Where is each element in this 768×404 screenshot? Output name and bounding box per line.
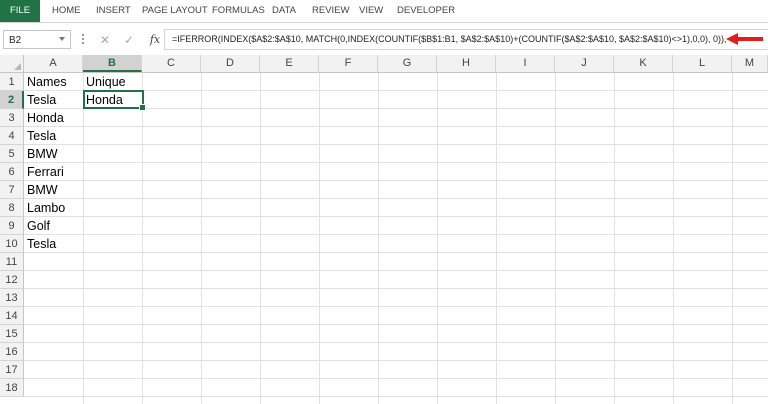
cell-b1[interactable]: Unique [83,73,126,91]
row-header-9[interactable]: 9 [0,217,24,235]
cell-a7[interactable]: BMW [24,181,58,199]
gridline [24,198,768,199]
row-header-11[interactable]: 11 [0,253,24,271]
tab-view[interactable]: VIEW [359,0,383,22]
drag-handle-icon[interactable] [82,34,84,46]
gridline [24,288,768,289]
tab-file[interactable]: FILE [0,0,40,22]
row-header-17[interactable]: 17 [0,361,24,379]
column-headers: A B C D E F G H I J K L M [0,55,768,73]
cell-a5[interactable]: BMW [24,145,58,163]
gridline [24,324,768,325]
column-header-c[interactable]: C [142,55,201,72]
gridline [378,73,379,404]
row-header-16[interactable]: 16 [0,343,24,361]
gridline [142,73,143,404]
row-header-8[interactable]: 8 [0,199,24,217]
column-header-k[interactable]: K [614,55,673,72]
row-header-14[interactable]: 14 [0,307,24,325]
row-header-4[interactable]: 4 [0,127,24,145]
gridline [24,252,768,253]
row-header-12[interactable]: 12 [0,271,24,289]
gridline [24,216,768,217]
tab-review[interactable]: REVIEW [312,0,349,22]
column-header-d[interactable]: D [201,55,260,72]
column-header-h[interactable]: H [437,55,496,72]
row-header-5[interactable]: 5 [0,145,24,163]
cell-a10[interactable]: Tesla [24,235,56,253]
column-header-a[interactable]: A [24,55,83,72]
gridline [24,396,768,397]
gridline [24,306,768,307]
column-header-i[interactable]: I [496,55,555,72]
gridline [24,162,768,163]
column-header-g[interactable]: G [378,55,437,72]
select-all-button[interactable] [0,55,24,72]
column-header-j[interactable]: J [555,55,614,72]
gridline [732,73,733,404]
tab-insert[interactable]: INSERT [96,0,131,22]
formula-bar: B2 ✕ ✓ fx =IFERROR(INDEX($A$2:$A$10, MAT… [0,27,768,53]
enter-button[interactable]: ✓ [121,31,137,49]
row-header-10[interactable]: 10 [0,235,24,253]
column-header-e[interactable]: E [260,55,319,72]
ribbon-tabs: FILE HOME INSERT PAGE LAYOUT FORMULAS DA… [0,0,768,24]
row-header-13[interactable]: 13 [0,289,24,307]
row-header-1[interactable]: 1 [0,73,24,91]
gridline [24,342,768,343]
tab-data[interactable]: DATA [272,0,296,22]
gridline [319,73,320,404]
gridline [24,144,768,145]
gridline [83,73,84,404]
gridline [260,73,261,404]
column-header-f[interactable]: F [319,55,378,72]
row-header-6[interactable]: 6 [0,163,24,181]
chevron-down-icon[interactable] [59,37,65,41]
row-header-18[interactable]: 18 [0,379,24,397]
cell-a1[interactable]: Names [24,73,67,91]
formula-input[interactable]: =IFERROR(INDEX($A$2:$A$10, MATCH(0,INDEX… [168,30,728,49]
tab-developer[interactable]: DEVELOPER [397,0,455,22]
gridline [201,73,202,404]
cell-a4[interactable]: Tesla [24,127,56,145]
ribbon-divider [0,22,768,23]
cell-area[interactable]: Names Unique Tesla Honda Honda Tesla BMW… [24,73,768,404]
gridline [24,126,768,127]
arrow-left-icon [726,33,763,45]
insert-function-button[interactable]: fx [145,31,165,49]
cell-a8[interactable]: Lambo [24,199,65,217]
row-header-7[interactable]: 7 [0,181,24,199]
gridline [614,73,615,404]
column-header-l[interactable]: L [673,55,732,72]
cell-a9[interactable]: Golf [24,217,50,235]
row-header-2[interactable]: 2 [0,91,24,109]
gridline [673,73,674,404]
gridline [437,73,438,404]
fill-handle[interactable] [139,104,146,111]
row-header-3[interactable]: 3 [0,109,24,127]
gridline [24,270,768,271]
cell-a2[interactable]: Tesla [24,91,56,109]
gridline [24,360,768,361]
gridline [24,180,768,181]
cancel-button[interactable]: ✕ [97,31,113,49]
gridline [555,73,556,404]
row-header-15[interactable]: 15 [0,325,24,343]
tab-page-layout[interactable]: PAGE LAYOUT [142,0,208,22]
tab-home[interactable]: HOME [52,0,81,22]
cell-a3[interactable]: Honda [24,109,64,127]
cell-a6[interactable]: Ferrari [24,163,64,181]
column-header-b[interactable]: B [83,55,142,72]
spreadsheet-grid: A B C D E F G H I J K L M 1 2 3 4 5 6 7 … [0,55,768,404]
gridline [24,378,768,379]
selected-cell-border [83,90,146,111]
gridline [24,234,768,235]
tab-formulas[interactable]: FORMULAS [212,0,265,22]
column-header-m[interactable]: M [732,55,768,72]
gridline [496,73,497,404]
